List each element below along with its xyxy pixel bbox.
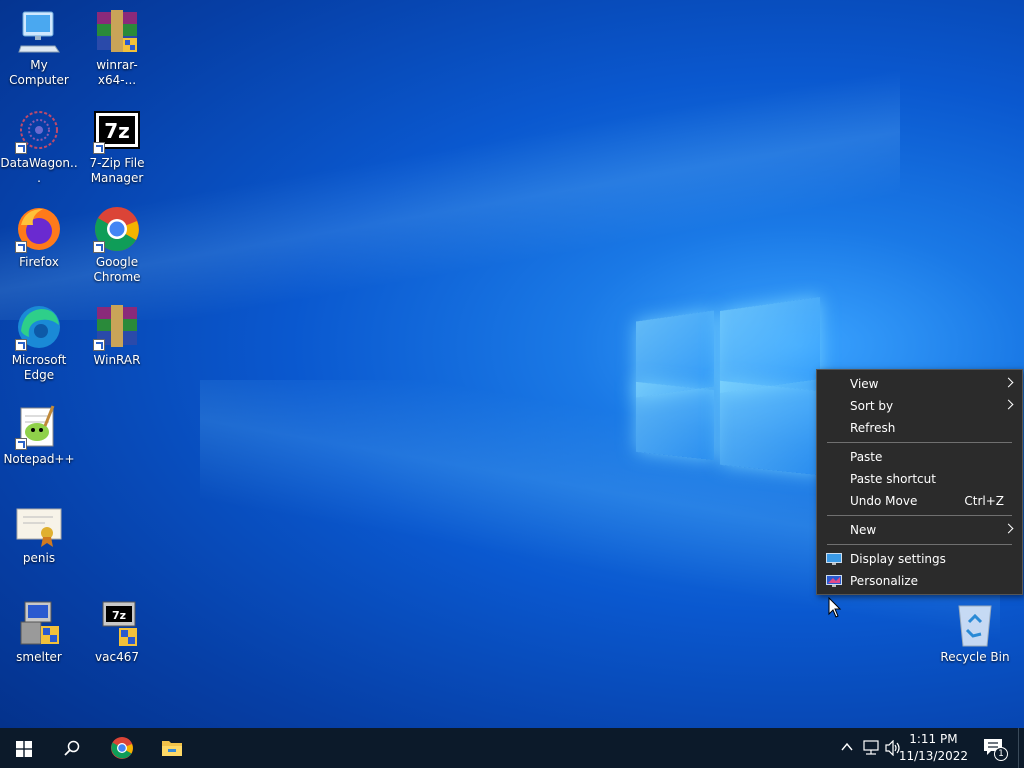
winrar-icon	[93, 303, 141, 351]
icon-label: Notepad++	[3, 452, 75, 466]
icon-label: My Computer	[9, 58, 69, 87]
chevron-right-icon	[1003, 377, 1014, 388]
icon-label: penis	[22, 551, 56, 565]
icon-label: winrar-x64-...	[96, 58, 138, 87]
menu-item-sort-by[interactable]: Sort by	[817, 395, 1022, 417]
7zip-icon: 7z	[93, 106, 141, 154]
menu-item-paste[interactable]: Paste	[817, 446, 1022, 468]
desktop-icon-winrar-installer[interactable]: winrar-x64-...	[78, 8, 156, 88]
menu-item-refresh[interactable]: Refresh	[817, 417, 1022, 439]
windows-logo-wallpaper	[636, 290, 822, 480]
clock-date: 11/13/2022	[898, 749, 968, 763]
edge-icon	[15, 303, 63, 351]
chevron-right-icon	[1003, 399, 1014, 410]
certificate-icon	[15, 501, 63, 549]
menu-item-view[interactable]: View	[817, 373, 1022, 395]
7z-installer-icon: 7z	[93, 600, 141, 648]
clock-time: 1:11 PM	[909, 732, 958, 746]
search-icon	[64, 740, 80, 756]
menu-item-paste-shortcut[interactable]: Paste shortcut	[817, 468, 1022, 490]
desktop-icon-certificate[interactable]: penis	[0, 501, 78, 566]
menu-item-label: Personalize	[850, 574, 919, 588]
desktop-icon-datawagon[interactable]: DataWagon...	[0, 106, 78, 186]
menu-separator	[827, 442, 1012, 443]
shortcut-arrow-icon	[93, 142, 105, 154]
chrome-icon	[93, 205, 141, 253]
desktop-context-menu: View Sort by Refresh Paste Paste shortcu…	[816, 369, 1023, 595]
start-icon	[16, 741, 32, 757]
recycle-bin-icon	[951, 600, 999, 648]
desktop-icon-my-computer[interactable]: My Computer	[0, 8, 78, 88]
shortcut-arrow-icon	[93, 339, 105, 351]
mouse-cursor-icon	[828, 597, 842, 618]
desktop-icon-smelter[interactable]: smelter	[0, 600, 78, 665]
icon-label: WinRAR	[93, 353, 141, 367]
icon-label: Recycle Bin	[940, 650, 1010, 664]
menu-item-label: Paste shortcut	[850, 472, 936, 486]
icon-label: vac467	[95, 650, 139, 664]
shortcut-arrow-icon	[15, 438, 27, 450]
notepadpp-icon	[15, 402, 63, 450]
action-center-button[interactable]: 1	[980, 736, 1008, 761]
winrar-icon	[93, 8, 141, 56]
chrome-icon	[111, 737, 133, 759]
menu-item-label: Undo Move	[850, 494, 918, 508]
chevron-right-icon	[1003, 523, 1014, 534]
firefox-icon	[15, 205, 63, 253]
datawagon-icon	[15, 106, 63, 154]
menu-item-label: Display settings	[850, 552, 946, 566]
menu-item-undo-move[interactable]: Undo Move Ctrl+Z	[817, 490, 1022, 512]
icon-label: smelter	[16, 650, 62, 664]
menu-separator	[827, 544, 1012, 545]
personalize-icon	[826, 575, 842, 587]
desktop-icon-firefox[interactable]: Firefox	[0, 205, 78, 270]
svg-text:7z: 7z	[112, 609, 126, 622]
desktop-icon-chrome[interactable]: Google Chrome	[78, 205, 156, 285]
display-settings-icon	[826, 553, 842, 565]
menu-item-label: New	[850, 523, 877, 537]
icon-label: Google Chrome	[93, 255, 141, 284]
menu-item-personalize[interactable]: Personalize	[817, 570, 1022, 592]
svg-text:7z: 7z	[104, 119, 130, 143]
notification-count-badge: 1	[994, 747, 1008, 761]
file-explorer-icon	[162, 741, 182, 756]
keyboard-shortcut: Ctrl+Z	[964, 494, 1004, 508]
search-button[interactable]	[48, 728, 96, 768]
menu-item-new[interactable]: New	[817, 519, 1022, 541]
menu-item-label: View	[850, 377, 879, 391]
menu-item-label: Refresh	[850, 421, 896, 435]
taskbar-clock[interactable]: 1:11 PM 11/13/2022	[899, 731, 968, 765]
menu-item-label: Paste	[850, 450, 883, 464]
show-desktop-button[interactable]	[1018, 728, 1024, 768]
shortcut-arrow-icon	[15, 241, 27, 253]
computer-icon	[15, 8, 63, 56]
start-button[interactable]	[0, 728, 48, 768]
desktop-icon-notepadpp[interactable]: Notepad++	[0, 402, 78, 467]
taskbar: 1:11 PM 11/13/2022 1	[0, 728, 1024, 768]
icon-label: Firefox	[19, 255, 59, 269]
desktop-icon-7zip[interactable]: 7z 7-Zip File Manager	[78, 106, 156, 186]
installer-icon	[15, 600, 63, 648]
icon-label: DataWagon...	[0, 156, 78, 185]
desktop-icon-vac467[interactable]: 7z vac467	[78, 600, 156, 665]
icon-label: Microsoft Edge	[11, 353, 67, 382]
icon-label: 7-Zip File Manager	[89, 156, 145, 185]
chevron-up-icon[interactable]	[840, 740, 854, 754]
network-icon[interactable]	[862, 740, 880, 756]
desktop-icon-recycle-bin[interactable]: Recycle Bin	[936, 600, 1014, 665]
taskbar-file-explorer[interactable]	[148, 728, 196, 768]
desktop-icon-edge[interactable]: Microsoft Edge	[0, 303, 78, 383]
taskbar-chrome[interactable]	[98, 728, 146, 768]
menu-item-label: Sort by	[850, 399, 894, 413]
shortcut-arrow-icon	[93, 241, 105, 253]
shortcut-arrow-icon	[15, 339, 27, 351]
desktop-icon-winrar[interactable]: WinRAR	[78, 303, 156, 368]
shortcut-arrow-icon	[15, 142, 27, 154]
menu-separator	[827, 515, 1012, 516]
menu-item-display-settings[interactable]: Display settings	[817, 548, 1022, 570]
